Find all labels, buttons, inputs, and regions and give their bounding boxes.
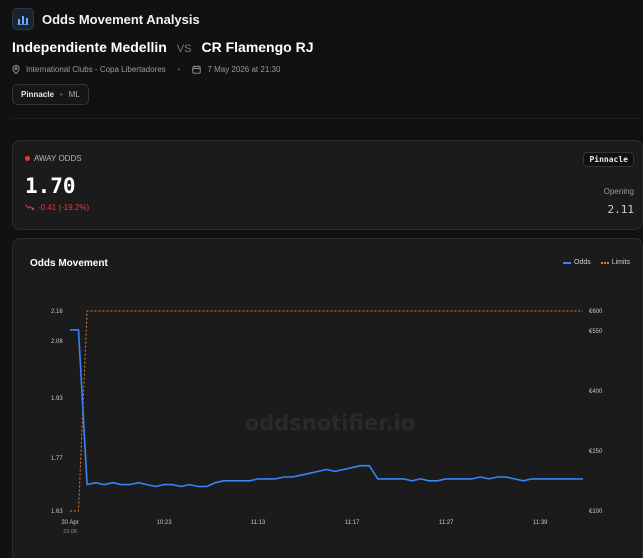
x-tick-label: 10:23 bbox=[157, 520, 173, 526]
y-axis-left: 2.16 2.08 1.93 1.77 1.63 bbox=[51, 309, 63, 515]
location-pin-icon bbox=[12, 65, 20, 74]
bookmaker-market-chip[interactable]: Pinnacle • ML bbox=[12, 84, 89, 105]
away-team: CR Flamengo RJ bbox=[201, 39, 314, 55]
odds-chart[interactable]: oddsnotifier.io 2.16 2.08 1.93 1.77 1.63 €60… bbox=[13, 239, 643, 558]
section-divider bbox=[12, 118, 643, 119]
page-title: Odds Movement Analysis bbox=[42, 11, 200, 27]
x-tick-sublabel: 23:08 bbox=[63, 529, 77, 535]
odds-series-line bbox=[70, 329, 583, 488]
y-right-tick-label: €100 bbox=[589, 509, 603, 515]
y-left-tick-label: 2.08 bbox=[51, 339, 63, 345]
away-odds-card: AWAY ODDS 1.70 -0.41 (-19.2%) Pinnacle O… bbox=[12, 140, 643, 230]
x-axis: 30 Apr 23:08 10:23 11:13 11:17 11:27 11:39 bbox=[61, 520, 548, 535]
title-row: Odds Movement Analysis bbox=[12, 8, 631, 30]
x-tick-label: 11:17 bbox=[345, 520, 360, 526]
match-title: Independiente Medellin VS CR Flamengo RJ bbox=[12, 39, 314, 55]
x-tick-label: 30 Apr bbox=[61, 520, 78, 526]
status-dot bbox=[25, 156, 30, 161]
y-right-tick-label: €250 bbox=[589, 449, 603, 455]
odds-change: -0.41 (-19.2%) bbox=[25, 203, 89, 212]
y-right-tick-label: €400 bbox=[589, 389, 603, 395]
y-left-tick-label: 2.16 bbox=[51, 309, 63, 315]
chip-market: ML bbox=[68, 90, 80, 99]
match-meta: International Clubs - Copa Libertadores … bbox=[12, 65, 280, 74]
watermark: oddsnotifier.io bbox=[245, 411, 415, 435]
x-tick-label: 11:13 bbox=[251, 520, 266, 526]
y-left-tick-label: 1.77 bbox=[51, 456, 63, 462]
chip-bookmaker: Pinnacle bbox=[21, 90, 54, 99]
odds-card-label: AWAY ODDS bbox=[25, 154, 82, 163]
y-right-tick-label: €600 bbox=[589, 309, 603, 315]
versus-label: VS bbox=[176, 43, 192, 55]
odds-movement-card: Odds Movement Odds Limits oddsnotifier.i… bbox=[12, 238, 643, 558]
calendar-icon bbox=[192, 65, 202, 74]
x-tick-label: 11:27 bbox=[439, 520, 454, 526]
bookmaker-badge: Pinnacle bbox=[583, 152, 634, 167]
y-left-tick-label: 1.93 bbox=[51, 396, 63, 402]
match-datetime: 7 May 2026 at 21:30 bbox=[207, 65, 281, 74]
current-odds-value: 1.70 bbox=[25, 174, 76, 198]
trend-down-icon bbox=[25, 203, 34, 212]
opening-value: 2.11 bbox=[607, 203, 635, 216]
y-right-tick-label: €550 bbox=[589, 329, 603, 335]
page-header: Odds Movement Analysis Independiente Med… bbox=[12, 8, 631, 105]
home-team: Independiente Medellin bbox=[12, 39, 167, 55]
opening-label: Opening bbox=[603, 187, 634, 196]
chart-bars-icon bbox=[12, 8, 34, 30]
y-left-tick-label: 1.63 bbox=[51, 509, 63, 515]
y-axis-right: €600 €550 €400 €250 €100 bbox=[589, 309, 603, 515]
chip-separator: • bbox=[59, 90, 63, 99]
odds-change-text: -0.41 (-19.2%) bbox=[38, 203, 90, 212]
meta-separator: • bbox=[177, 65, 181, 74]
x-tick-label: 11:39 bbox=[533, 520, 548, 526]
competition-name: International Clubs - Copa Libertadores bbox=[26, 65, 166, 74]
odds-label-text: AWAY ODDS bbox=[34, 154, 82, 163]
